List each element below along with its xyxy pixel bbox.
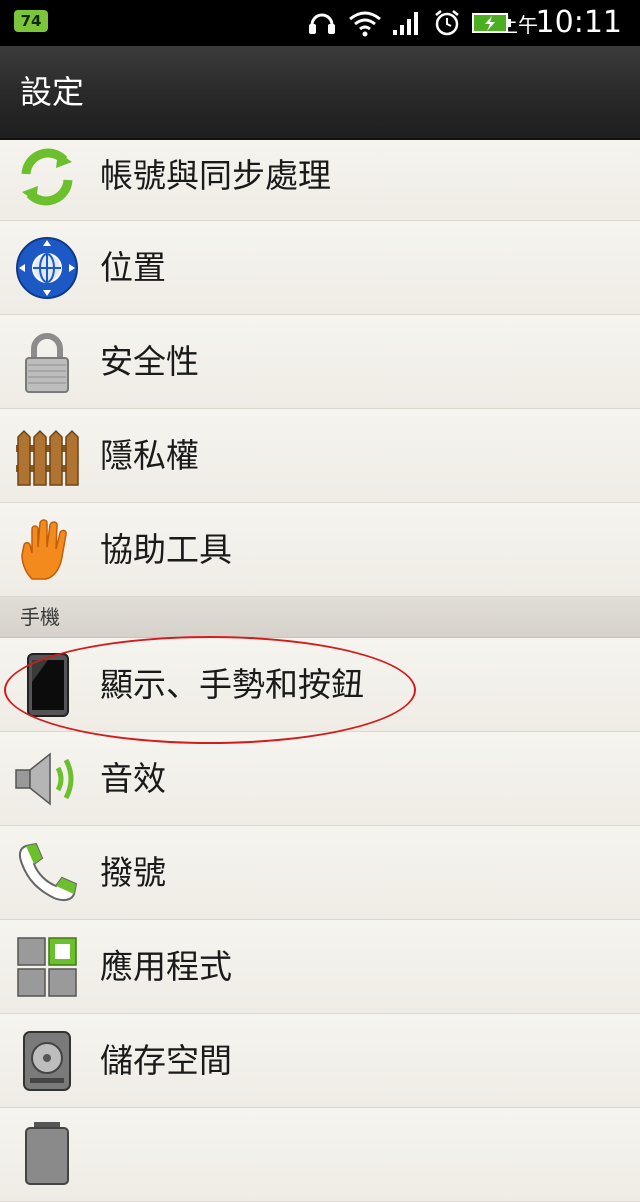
settings-item-label: 應用程式 xyxy=(100,947,232,986)
alarm-icon xyxy=(435,10,459,36)
section-label: 手機 xyxy=(20,605,60,629)
settings-item-privacy[interactable]: 隱私權 xyxy=(0,409,640,503)
settings-item-label: 隱私權 xyxy=(100,436,199,475)
notification-badge: 74 xyxy=(14,10,48,32)
settings-item-partial[interactable] xyxy=(0,1108,640,1202)
settings-item-label: 安全性 xyxy=(100,342,199,381)
settings-item-label: 音效 xyxy=(100,759,166,798)
am-pm: 上午 xyxy=(498,13,538,37)
status-icons xyxy=(306,6,512,40)
phone-display-icon xyxy=(27,652,69,717)
settings-item-accounts-sync[interactable]: 帳號與同步處理 xyxy=(0,140,640,221)
signal-icon xyxy=(393,12,418,35)
lock-icon xyxy=(25,332,69,393)
fence-icon xyxy=(16,429,79,486)
settings-item-label: 撥號 xyxy=(100,853,166,892)
title-bar: 設定 xyxy=(0,46,640,140)
wifi-icon xyxy=(349,11,381,37)
battery-icon xyxy=(25,1122,69,1185)
settings-item-label: 協助工具 xyxy=(100,530,232,569)
apps-grid-icon xyxy=(17,936,77,997)
headset-icon xyxy=(309,13,335,34)
settings-list: 帳號與同步處理 位置 安全性 隱私權 協助工具 手機 顯示、手勢和按鈕 音效 撥… xyxy=(0,140,640,1202)
settings-item-label: 顯示、手勢和按鈕 xyxy=(100,665,364,704)
settings-item-security[interactable]: 安全性 xyxy=(0,315,640,409)
hand-icon xyxy=(21,518,67,580)
storage-icon xyxy=(23,1030,71,1091)
sync-icon xyxy=(21,148,73,206)
settings-item-label: 帳號與同步處理 xyxy=(100,156,331,195)
section-header-phone: 手機 xyxy=(0,597,640,638)
clock: 10:11 xyxy=(535,5,622,40)
settings-item-accessibility[interactable]: 協助工具 xyxy=(0,503,640,597)
settings-item-storage[interactable]: 儲存空間 xyxy=(0,1014,640,1108)
phone-handset-icon xyxy=(18,842,78,901)
settings-item-location[interactable]: 位置 xyxy=(0,221,640,315)
location-globe-icon xyxy=(16,236,78,299)
settings-item-display-gestures-buttons[interactable]: 顯示、手勢和按鈕 xyxy=(0,638,640,732)
page-title: 設定 xyxy=(20,73,85,111)
settings-item-label: 位置 xyxy=(100,248,166,287)
settings-item-call[interactable]: 撥號 xyxy=(0,826,640,920)
settings-item-sound[interactable]: 音效 xyxy=(0,732,640,826)
settings-item-label: 儲存空間 xyxy=(100,1041,232,1080)
settings-item-apps[interactable]: 應用程式 xyxy=(0,920,640,1014)
speaker-icon xyxy=(15,751,74,806)
status-bar: 74 上午 10:11 xyxy=(0,0,640,46)
